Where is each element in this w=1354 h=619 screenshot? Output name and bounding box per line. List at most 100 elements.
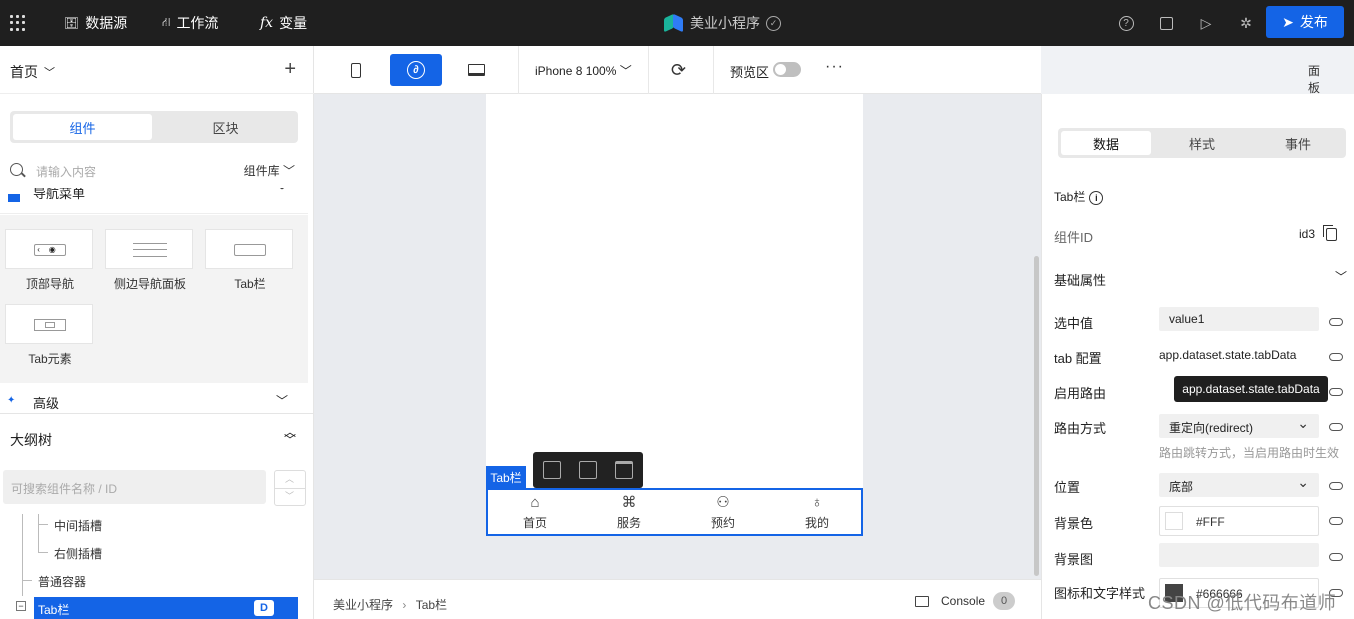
more-icon[interactable]: ··· bbox=[825, 58, 844, 76]
bg-color-field[interactable]: #FFF bbox=[1159, 506, 1319, 536]
search-input[interactable]: 请输入内容 bbox=[36, 163, 96, 180]
bg-image-field[interactable] bbox=[1159, 543, 1319, 567]
tree-stepper[interactable]: ︿ ﹀ bbox=[274, 470, 306, 506]
section-basic-props[interactable]: 基础属性 bbox=[1054, 270, 1106, 289]
tabbar-card[interactable] bbox=[205, 229, 293, 269]
link-icon[interactable] bbox=[1329, 517, 1343, 525]
position-select[interactable]: 底部 bbox=[1159, 473, 1319, 497]
preview-toggle[interactable] bbox=[773, 62, 801, 77]
tab-blocks[interactable]: 区块 bbox=[156, 114, 295, 140]
selected-value-field[interactable]: value1 bbox=[1159, 307, 1319, 331]
link-icon[interactable] bbox=[1329, 318, 1343, 326]
tooltip: app.dataset.state.tabData bbox=[1174, 376, 1328, 402]
selected-value-label: 选中值 bbox=[1054, 316, 1094, 331]
tab-data[interactable]: 数据 bbox=[1061, 131, 1151, 155]
link-icon[interactable] bbox=[1329, 388, 1343, 396]
page-select[interactable]: 首页 ﹀ bbox=[10, 62, 55, 82]
tab-item-mine[interactable]: ♁ 我的 bbox=[782, 492, 852, 534]
link-icon[interactable] bbox=[1329, 353, 1343, 361]
panel-button[interactable]: 面板 bbox=[1308, 62, 1320, 96]
left-panel: 首页 ﹀ + 组件 区块 请输入内容 组件库 ﹀ 导航菜单 ﹀ ‹ ◉ 顶部导航… bbox=[0, 46, 314, 619]
preview-label: 预览区 bbox=[730, 65, 770, 80]
tree-item-tabbar-selected[interactable]: Tab栏 D bbox=[34, 597, 298, 619]
nav-menu-group[interactable]: 导航菜单 ﹀ bbox=[0, 188, 308, 214]
link-icon[interactable] bbox=[1329, 553, 1343, 561]
tab-item-home[interactable]: ⌂ 首页 bbox=[500, 492, 570, 534]
info-icon[interactable]: i bbox=[1089, 191, 1104, 205]
save-icon[interactable] bbox=[1156, 13, 1176, 33]
laptop-icon bbox=[467, 64, 485, 76]
tab-style[interactable]: 样式 bbox=[1157, 131, 1247, 155]
phone-icon bbox=[351, 62, 361, 78]
component-block-switch: 组件 区块 bbox=[10, 111, 298, 143]
breadcrumb: 美业小程序 › Tab栏 bbox=[333, 596, 447, 613]
refresh-icon[interactable]: ⟳ bbox=[671, 60, 686, 81]
chevron-down-icon: ﹀ bbox=[275, 394, 288, 408]
datasource-menu[interactable]: 🗄 数据源 bbox=[64, 0, 127, 46]
tab-events[interactable]: 事件 bbox=[1253, 131, 1343, 155]
publish-button[interactable]: ➤ 发布 bbox=[1266, 6, 1344, 38]
delete-icon[interactable] bbox=[615, 461, 633, 479]
component-title: Tab栏 i bbox=[1054, 188, 1104, 205]
tree-item-middle-slot[interactable]: 中间插槽 bbox=[54, 517, 102, 534]
save-component-icon[interactable] bbox=[543, 461, 561, 479]
database-icon: 🗄 bbox=[64, 16, 80, 30]
run-icon[interactable]: ▷ bbox=[1196, 13, 1216, 33]
breadcrumb-app[interactable]: 美业小程序 bbox=[333, 598, 393, 612]
d-badge: D bbox=[254, 600, 274, 616]
chevron-down-icon[interactable]: ﹀ bbox=[1335, 268, 1347, 285]
console-icon bbox=[915, 595, 929, 607]
add-page-button[interactable]: + bbox=[284, 58, 296, 81]
bg-color-label: 背景色 bbox=[1054, 516, 1094, 531]
app-title: 美业小程序 ✓ bbox=[664, 0, 781, 46]
apps-grid-icon[interactable] bbox=[10, 15, 26, 31]
link-icon[interactable] bbox=[1329, 482, 1343, 490]
device-select[interactable]: iPhone 8 100% ﹀ bbox=[535, 62, 632, 79]
side-nav-label: 侧边导航面板 bbox=[113, 277, 186, 291]
top-nav-card[interactable]: ‹ ◉ bbox=[5, 229, 93, 269]
icon-text-style-label: 图标和文字样式 bbox=[1054, 586, 1146, 601]
workflow-icon: ⛙ bbox=[162, 15, 171, 29]
chevron-down-icon[interactable]: ﹀ bbox=[285, 489, 294, 502]
tab-config-value[interactable]: app.dataset.state.tabData bbox=[1159, 348, 1296, 362]
tab-item-booking[interactable]: ⚇ 预约 bbox=[688, 492, 758, 534]
outline-tree-header[interactable]: 大纲树 ︿ ﹀ bbox=[0, 413, 314, 459]
tab-element-card[interactable] bbox=[5, 304, 93, 344]
tabbar-icon bbox=[234, 244, 266, 256]
tree-item-right-slot[interactable]: 右侧插槽 bbox=[54, 545, 102, 562]
miniprogram-view-button[interactable]: ∂ bbox=[390, 54, 442, 86]
tree-item-container[interactable]: 普通容器 bbox=[38, 573, 86, 590]
tab-element-label: Tab元素 bbox=[28, 352, 72, 366]
tab-components[interactable]: 组件 bbox=[13, 114, 152, 140]
tab-item-service[interactable]: ⌘ 服务 bbox=[594, 492, 664, 534]
tree-search-input[interactable]: 可搜索组件名称 / ID bbox=[3, 470, 266, 504]
tablet-view-button[interactable] bbox=[450, 54, 502, 86]
bg-image-label: 背景图 bbox=[1054, 552, 1094, 567]
debug-bug-icon[interactable]: ✲ bbox=[1236, 13, 1256, 33]
advanced-group[interactable]: ✦ 高级 ﹀ bbox=[0, 389, 308, 413]
copy-icon[interactable] bbox=[1323, 225, 1337, 241]
breadcrumb-page[interactable]: Tab栏 bbox=[416, 598, 447, 612]
collapse-icon[interactable]: − bbox=[16, 601, 26, 611]
position-label: 位置 bbox=[1054, 480, 1081, 495]
properties-tabs: 数据 样式 事件 bbox=[1058, 128, 1346, 158]
chevron-up-icon[interactable]: ︿ bbox=[285, 472, 294, 485]
variable-menu[interactable]: fx 变量 bbox=[260, 0, 307, 46]
canvas-scrollbar[interactable] bbox=[1034, 256, 1039, 576]
side-nav-card[interactable] bbox=[105, 229, 193, 269]
help-icon[interactable]: ? bbox=[1116, 13, 1136, 33]
apps-icon: ⌘ bbox=[621, 494, 637, 511]
phone-view-button[interactable] bbox=[330, 54, 382, 86]
search-icon bbox=[10, 163, 23, 176]
tabbar-component[interactable]: ⌂ 首页 ⌘ 服务 ⚇ 预约 ♁ 我的 bbox=[486, 488, 863, 536]
route-mode-select[interactable]: 重定向(redirect) bbox=[1159, 414, 1319, 438]
color-swatch[interactable] bbox=[1165, 512, 1183, 530]
page-header: 首页 ﹀ + bbox=[0, 46, 314, 94]
link-icon[interactable] bbox=[1329, 423, 1343, 431]
workflow-menu[interactable]: ⛙ 工作流 bbox=[162, 0, 218, 46]
advanced-icon: ✦ bbox=[7, 395, 16, 406]
console-button[interactable]: Console 0 bbox=[915, 592, 1016, 610]
copy-component-icon[interactable] bbox=[579, 461, 597, 479]
library-dropdown[interactable]: 组件库 ﹀ bbox=[244, 162, 295, 179]
properties-panel: 数据 样式 事件 Tab栏 i 组件ID id3 基础属性 ﹀ 选中值 value… bbox=[1041, 94, 1354, 619]
